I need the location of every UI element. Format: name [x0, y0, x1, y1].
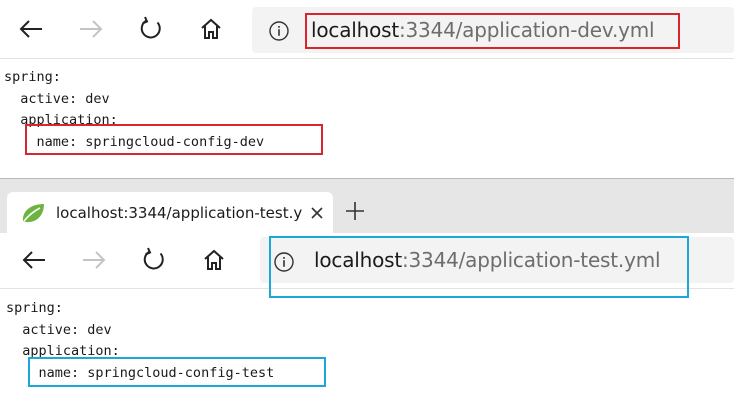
home-icon[interactable]	[197, 243, 231, 277]
browser-window-test: localhost:3344/application-test.y localh…	[0, 178, 734, 420]
close-icon[interactable]	[307, 203, 327, 223]
name-highlight-box	[25, 124, 323, 155]
tab-strip: localhost:3344/application-test.y	[0, 178, 734, 234]
browser-toolbar: localhost:3344/application-test.yml	[0, 233, 734, 298]
yaml-line: spring:	[6, 300, 63, 316]
refresh-icon[interactable]	[137, 243, 171, 277]
forward-arrow-icon[interactable]	[74, 12, 108, 46]
tab-title: localhost:3344/application-test.y	[56, 204, 302, 222]
yaml-line: active: dev	[4, 90, 110, 107]
address-highlight-box	[269, 236, 689, 298]
back-arrow-icon[interactable]	[14, 12, 48, 46]
name-highlight-box	[28, 357, 326, 387]
browser-window-dev: localhost:3344/application-dev.yml sprin…	[0, 0, 734, 176]
yaml-line: spring:	[4, 69, 61, 85]
browser-toolbar: localhost:3344/application-dev.yml	[0, 0, 734, 59]
home-icon[interactable]	[194, 12, 228, 46]
browser-tab[interactable]: localhost:3344/application-test.y	[7, 192, 333, 234]
refresh-icon[interactable]	[134, 12, 168, 46]
back-arrow-icon[interactable]	[17, 243, 51, 277]
screenshot: localhost:3344/application-dev.yml sprin…	[0, 0, 734, 420]
spring-leaf-icon	[22, 204, 44, 223]
address-highlight-box	[305, 13, 680, 49]
yaml-line: active: dev	[6, 321, 112, 338]
forward-arrow-icon[interactable]	[77, 243, 111, 277]
plus-icon[interactable]	[344, 200, 366, 222]
info-icon[interactable]	[268, 20, 290, 42]
